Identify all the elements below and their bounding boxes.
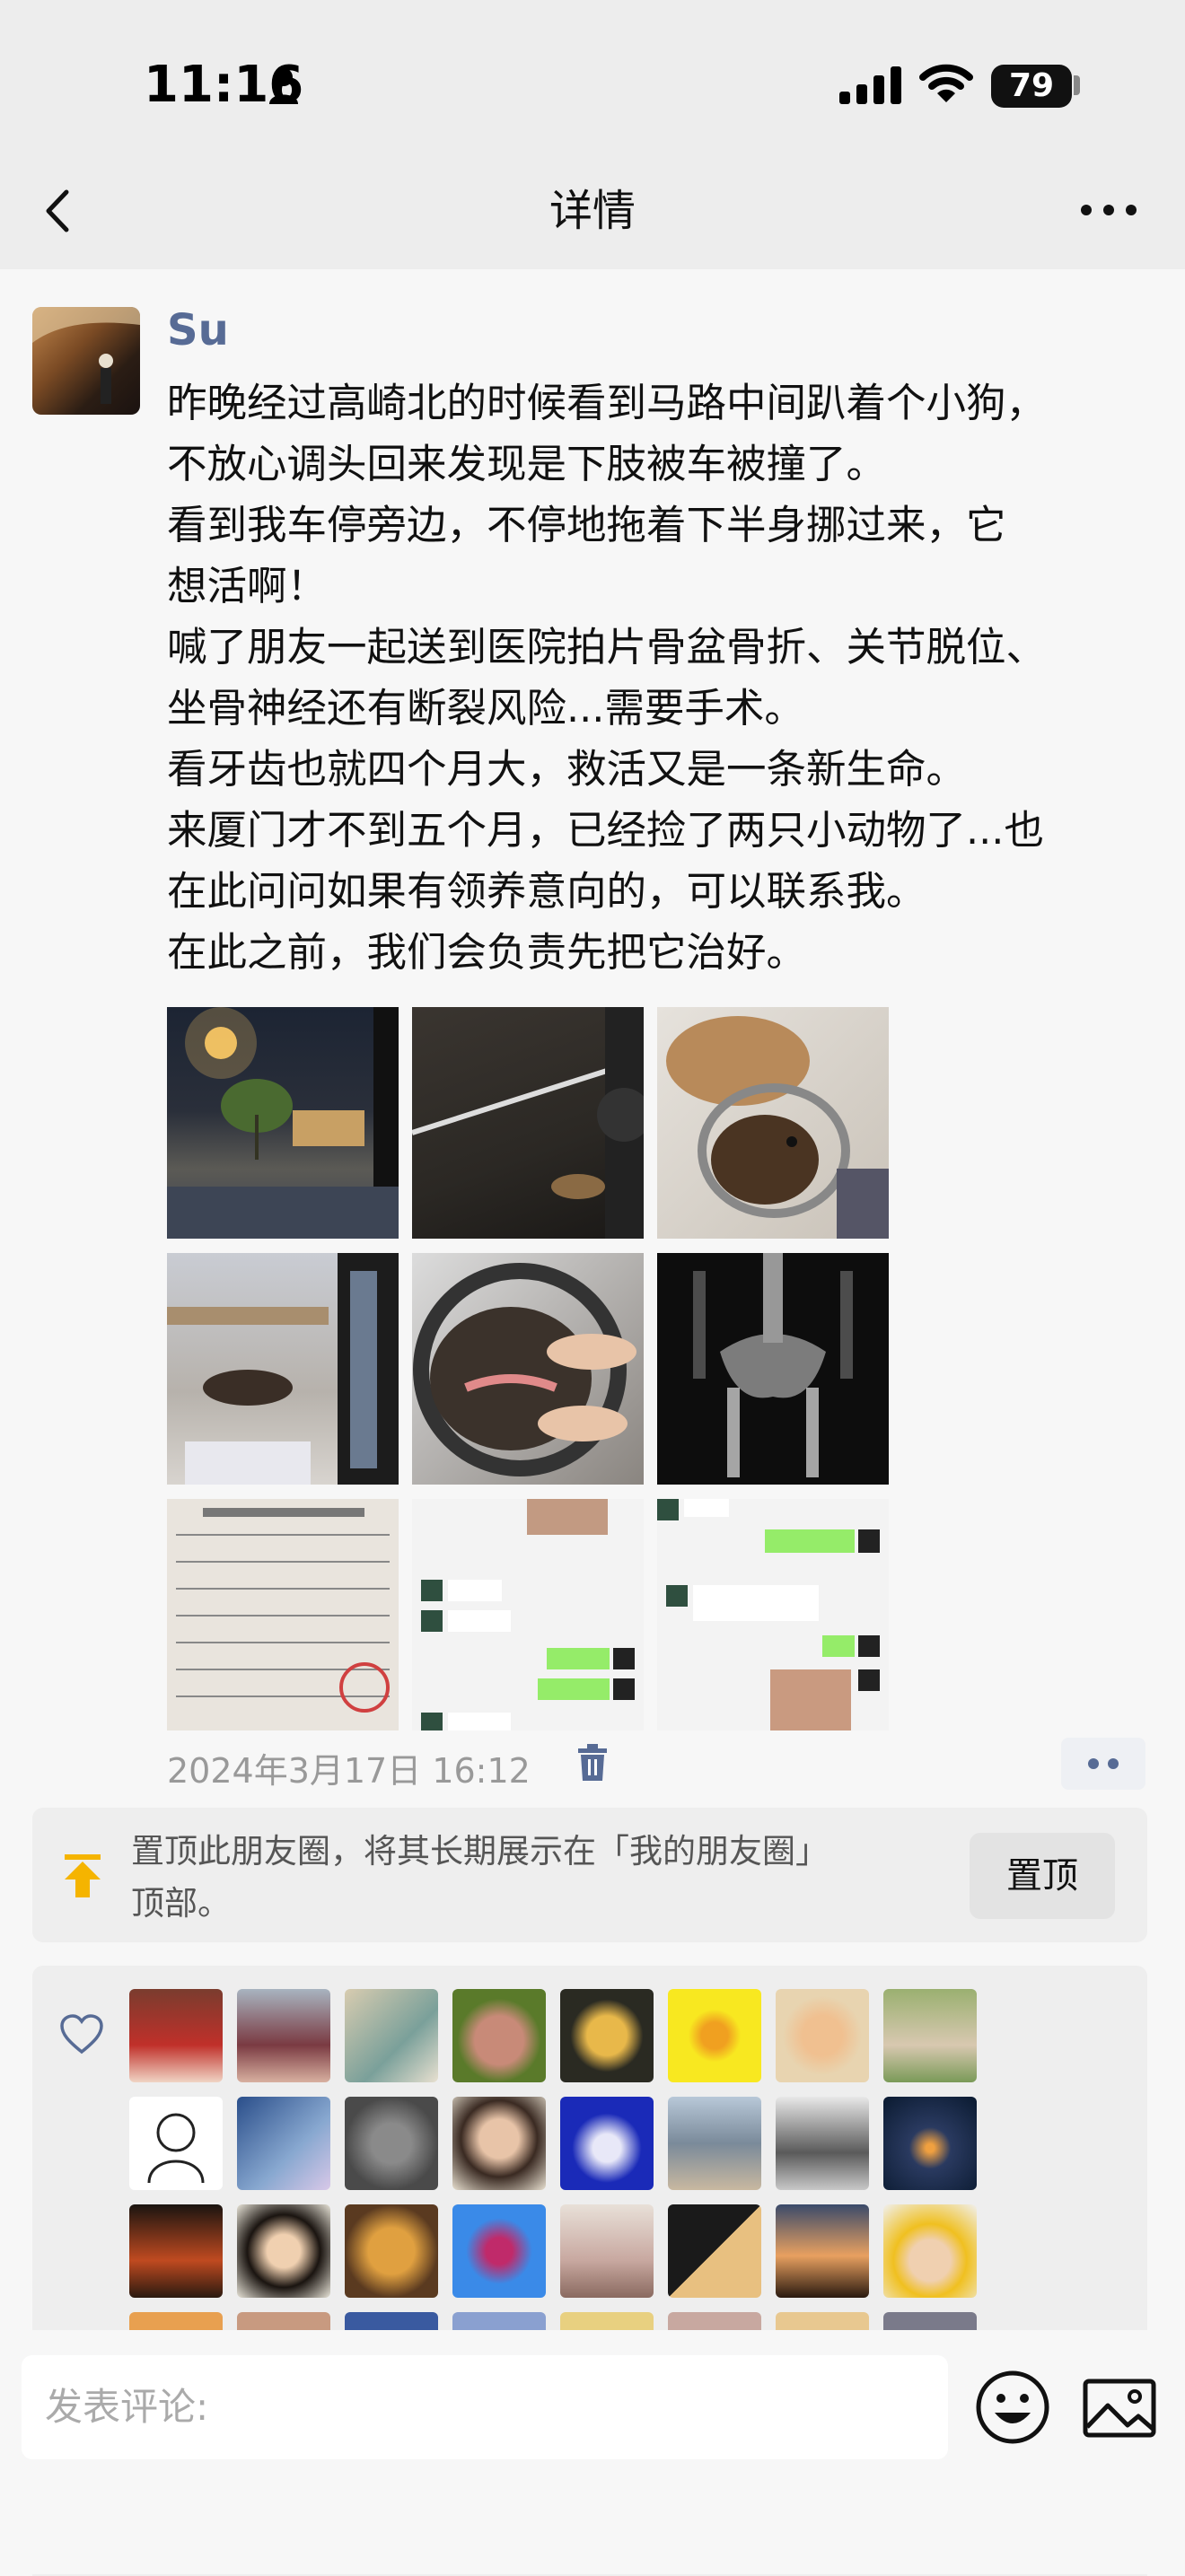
battery-indicator: 79 — [991, 65, 1072, 108]
liker-avatar[interactable] — [776, 2097, 869, 2190]
dog-with-cone-photo[interactable] — [657, 1007, 889, 1239]
liker-avatar[interactable] — [668, 2204, 761, 2298]
page-title: 详情 — [549, 186, 636, 236]
post-timestamp: 2024年3月17日 16:12 — [167, 1751, 531, 1791]
image-icon[interactable] — [1083, 2379, 1156, 2441]
xray-photo[interactable] — [657, 1253, 889, 1485]
liker-avatar[interactable] — [345, 1989, 438, 2082]
liker-avatar[interactable] — [129, 1989, 223, 2082]
post-line: 在此之前，我们会负责先把它治好。 — [167, 930, 807, 976]
liker-avatar[interactable] — [452, 2097, 546, 2190]
liker-avatar[interactable] — [237, 2204, 330, 2298]
post-line: 想活啊！ — [167, 564, 328, 609]
comment-input[interactable]: 发表评论: — [22, 2355, 948, 2459]
liker-avatar[interactable] — [668, 1989, 761, 2082]
liker-avatar[interactable] — [129, 2204, 223, 2298]
dog-on-road-photo[interactable] — [412, 1007, 644, 1239]
liker-avatar[interactable] — [883, 2204, 977, 2298]
chat-screenshot-2[interactable] — [657, 1499, 889, 1730]
battery-tip — [1074, 75, 1080, 95]
post-line: 坐骨神经还有断裂风险...需要手术。 — [167, 686, 804, 732]
pin-button[interactable]: 置顶 — [970, 1833, 1115, 1919]
liker-avatar[interactable] — [560, 2204, 654, 2298]
pin-to-top-icon — [63, 1853, 102, 1903]
pin-description: 置顶此朋友圈，将其长期展示在「我的朋友圈」 顶部。 — [131, 1826, 921, 1930]
dog-teeth-photo[interactable] — [412, 1253, 644, 1485]
pin-line: 置顶此朋友圈，将其长期展示在「我的朋友圈」 — [131, 1832, 829, 1871]
back-chevron-icon[interactable] — [36, 180, 81, 246]
post-line: 来厦门才不到五个月，已经捡了两只小动物了...也 — [167, 808, 1044, 854]
person-icon — [268, 66, 300, 110]
post-text: 昨晚经过高崎北的时候看到马路中间趴着个小狗， 不放心调头回来发现是下肢被车被撞了… — [167, 373, 1163, 984]
liker-avatar[interactable] — [237, 1989, 330, 2082]
liker-avatar[interactable] — [452, 1989, 546, 2082]
liker-avatar[interactable] — [237, 2097, 330, 2190]
post-line: 昨晚经过高崎北的时候看到马路中间趴着个小狗， — [167, 381, 1047, 426]
author-name[interactable]: Su — [167, 305, 229, 355]
post-line: 看牙齿也就四个月大，救活又是一条新生命。 — [167, 747, 967, 793]
heart-icon — [59, 2014, 104, 2059]
wifi-icon — [919, 61, 973, 108]
liker-avatar[interactable] — [560, 2097, 654, 2190]
post-line: 看到我车停旁边，不停地拖着下半身挪过来，它 — [167, 503, 1006, 548]
post-line: 喊了朋友一起送到医院拍片骨盆骨折、关节脱位、 — [167, 625, 1047, 670]
author-avatar[interactable] — [32, 307, 140, 415]
night-street-photo[interactable] — [167, 1007, 399, 1239]
more-options-icon[interactable] — [1077, 201, 1140, 223]
post-line: 不放心调头回来发现是下肢被车被撞了。 — [167, 442, 887, 487]
liker-avatar[interactable] — [776, 2204, 869, 2298]
cellular-signal-icon — [839, 66, 902, 108]
liker-avatar[interactable] — [668, 2097, 761, 2190]
liker-avatar[interactable] — [560, 1989, 654, 2082]
liker-avatar[interactable] — [345, 2097, 438, 2190]
liker-avatar[interactable] — [883, 2097, 977, 2190]
prescription-photo[interactable] — [167, 1499, 399, 1730]
trash-icon[interactable] — [575, 1743, 610, 1786]
liker-avatar[interactable] — [452, 2204, 546, 2298]
chat-screenshot-1[interactable] — [412, 1499, 644, 1730]
liker-avatar[interactable] — [883, 1989, 977, 2082]
post-line: 在此问问如果有领养意向的，可以联系我。 — [167, 869, 926, 915]
liker-avatar[interactable] — [776, 1989, 869, 2082]
pin-line: 顶部。 — [131, 1884, 231, 1923]
comment-like-menu-button[interactable] — [1061, 1738, 1146, 1790]
emoji-icon[interactable] — [975, 2370, 1050, 2449]
liker-avatar[interactable] — [345, 2204, 438, 2298]
liker-avatar[interactable] — [129, 2097, 223, 2190]
dog-in-car-photo[interactable] — [167, 1253, 399, 1485]
